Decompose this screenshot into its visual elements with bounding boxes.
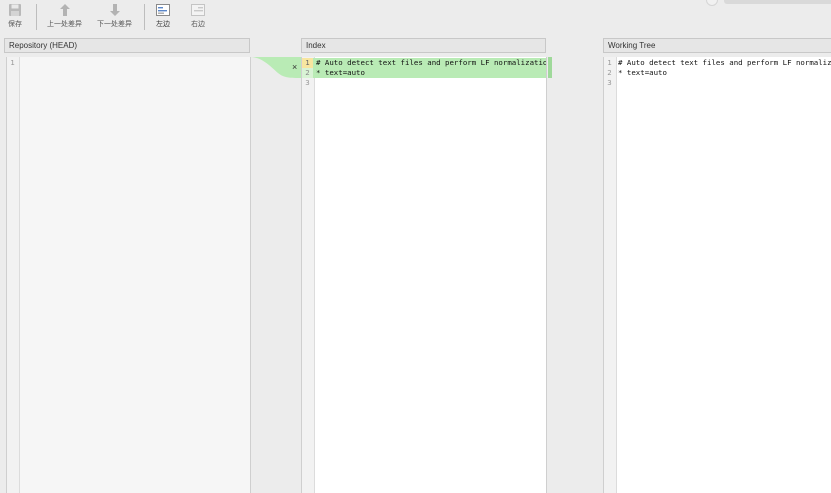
- code-line: 3: [302, 78, 546, 88]
- line-text: * text=auto: [316, 68, 365, 77]
- repository-editor[interactable]: 1: [6, 57, 251, 493]
- save-label: 保存: [8, 21, 22, 28]
- index-pane-title: Index: [306, 41, 326, 50]
- line-number: 1: [607, 58, 612, 67]
- code-line-added: 2 * text=auto: [302, 68, 546, 78]
- right-side-button[interactable]: 右边: [186, 2, 210, 32]
- line-number: 2: [607, 68, 612, 77]
- code-line: 3: [604, 78, 831, 88]
- line-number-gutter: [604, 57, 617, 493]
- diff-overview-marker[interactable]: [548, 57, 552, 78]
- toolbar-divider: [36, 4, 37, 30]
- code-line: 1: [7, 58, 250, 68]
- line-number-gutter: [302, 57, 315, 493]
- repository-pane-title: Repository (HEAD): [9, 41, 78, 50]
- next-diff-label: 下一处差异: [97, 21, 132, 28]
- left-side-label: 左边: [156, 21, 170, 28]
- previous-diff-button[interactable]: 上一处差异: [42, 2, 87, 32]
- line-text: * text=auto: [618, 68, 667, 77]
- right-side-label: 右边: [191, 21, 205, 28]
- status-indicator: [706, 0, 831, 8]
- line-number: 2: [302, 68, 313, 78]
- code-line: 1 # Auto detect text files and perform L…: [604, 58, 831, 68]
- working-tree-pane-header: Working Tree: [603, 38, 831, 53]
- arrow-up-icon: [59, 2, 71, 18]
- line-number: 3: [607, 78, 612, 87]
- line-text: # Auto detect text files and perform LF …: [618, 58, 831, 67]
- next-diff-button[interactable]: 下一处差异: [92, 2, 137, 32]
- save-icon: [8, 2, 22, 18]
- arrow-down-icon: [109, 2, 121, 18]
- index-editor[interactable]: 1 # Auto detect text files and perform L…: [301, 57, 547, 493]
- line-number: 1: [10, 58, 15, 67]
- left-side-icon: [156, 2, 170, 18]
- line-number: 1: [302, 58, 313, 68]
- line-number: 3: [305, 78, 310, 87]
- code-line: 2 * text=auto: [604, 68, 831, 78]
- line-text: # Auto detect text files and perform LF …: [316, 58, 547, 67]
- save-button[interactable]: 保存: [4, 2, 26, 32]
- previous-diff-label: 上一处差异: [47, 21, 82, 28]
- line-number-gutter: [7, 57, 20, 493]
- toolbar-divider: [144, 4, 145, 30]
- index-pane-header: Index: [301, 38, 546, 53]
- discard-change-button[interactable]: ×: [292, 63, 297, 72]
- right-side-icon: [191, 2, 205, 18]
- toolbar: 保存 上一处差异 下一处差异 左边 右边: [0, 0, 831, 34]
- repository-pane-header: Repository (HEAD): [4, 38, 250, 53]
- working-tree-pane-title: Working Tree: [608, 41, 656, 50]
- code-line-added: 1 # Auto detect text files and perform L…: [302, 58, 546, 68]
- left-side-button[interactable]: 左边: [151, 2, 175, 32]
- working-tree-editor[interactable]: 1 # Auto detect text files and perform L…: [603, 57, 831, 493]
